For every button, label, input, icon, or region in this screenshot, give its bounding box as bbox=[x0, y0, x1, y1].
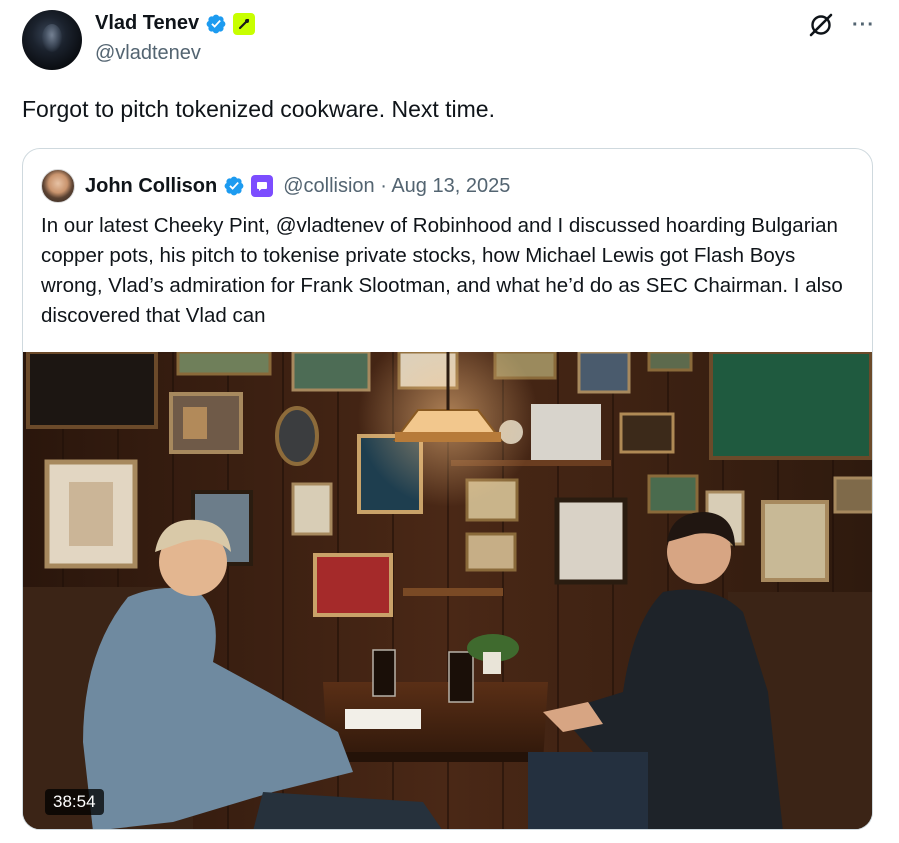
author-handle[interactable]: @vladtenev bbox=[95, 42, 201, 65]
author-avatar[interactable] bbox=[22, 10, 82, 70]
affiliate-badge-icon[interactable] bbox=[233, 12, 256, 35]
header-actions: ··· bbox=[808, 12, 875, 38]
tweet-text: Forgot to pitch tokenized cookware. Next… bbox=[22, 96, 495, 122]
grok-icon[interactable] bbox=[808, 12, 834, 38]
quoted-tweet-header: John Collison @collision · Aug 13, 2025 bbox=[41, 169, 510, 203]
video-thumbnail[interactable]: 38:54 bbox=[23, 352, 872, 829]
more-icon[interactable]: ··· bbox=[852, 15, 875, 35]
quoted-author-avatar[interactable] bbox=[41, 169, 75, 203]
video-duration: 38:54 bbox=[45, 789, 104, 815]
verified-badge-icon[interactable] bbox=[205, 13, 227, 35]
quoted-verified-badge-icon bbox=[223, 175, 245, 197]
quoted-affiliate-badge-icon bbox=[251, 175, 274, 197]
video-scene-image bbox=[23, 352, 872, 829]
author-display-name[interactable]: Vlad Tenev bbox=[95, 12, 199, 35]
author-name-row: Vlad Tenev bbox=[95, 12, 256, 35]
tweet-header: Vlad Tenev @vladtenev ··· bbox=[22, 10, 875, 72]
quoted-tweet-card[interactable]: John Collison @collision · Aug 13, 2025 … bbox=[22, 148, 873, 830]
quoted-tweet-text: In our latest Cheeky Pint, @vladtenev of… bbox=[41, 214, 843, 327]
quoted-author-meta: @collision · Aug 13, 2025 bbox=[283, 174, 511, 197]
quoted-author-display-name[interactable]: John Collison bbox=[85, 175, 217, 198]
